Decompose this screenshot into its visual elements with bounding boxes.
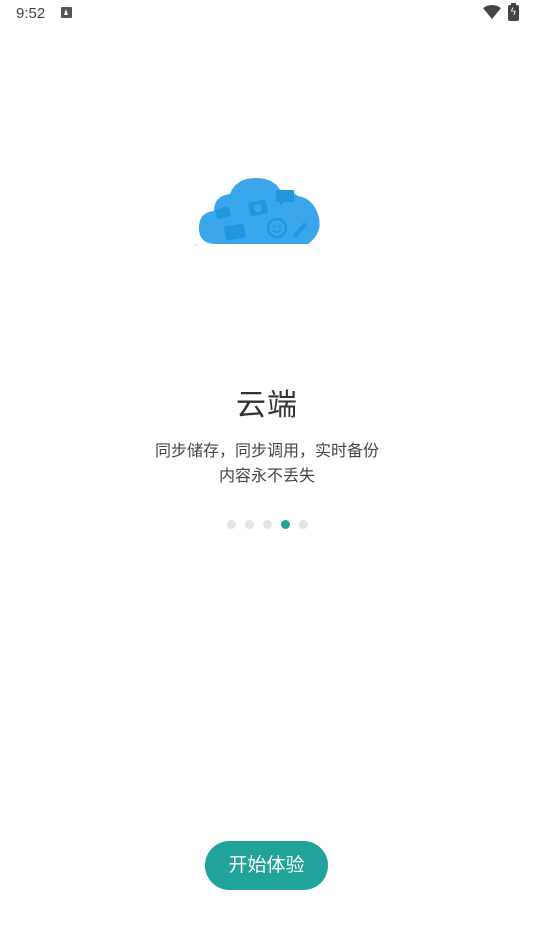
page-dot-5 xyxy=(299,520,308,529)
page-indicator xyxy=(227,520,308,530)
page-dot-2 xyxy=(245,520,254,529)
battery-charging-icon: ϟ xyxy=(508,3,519,21)
start-button[interactable]: 开始体验 xyxy=(205,841,328,890)
page-dot-3 xyxy=(263,520,272,529)
page-dot-4-active xyxy=(281,520,290,529)
page-dot-1 xyxy=(227,520,236,529)
description-line-1: 同步储存，同步调用，实时备份 xyxy=(154,441,379,460)
a-notification-icon xyxy=(61,7,72,18)
description-line-2: 内容永不丢失 xyxy=(218,466,315,485)
cloud-icon xyxy=(194,178,320,246)
status-time: 9:52 xyxy=(16,5,46,22)
status-bar: 9:52 ϟ xyxy=(0,0,534,30)
wifi-icon xyxy=(483,5,501,19)
page-title: 云端 xyxy=(236,388,298,423)
